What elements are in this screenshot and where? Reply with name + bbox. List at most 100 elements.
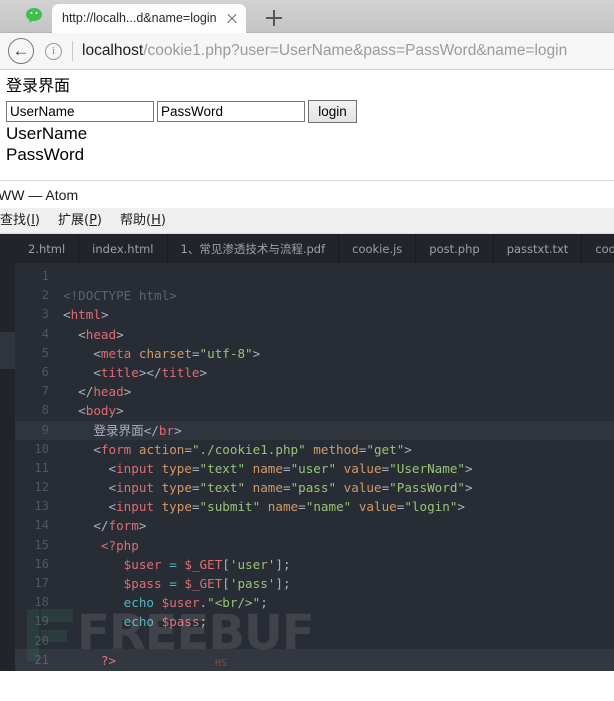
editor-tab-2[interactable]: 1、常见渗透技术与流程.pdf — [168, 234, 340, 263]
code-line[interactable]: 16 $user = $_GET['user']; — [15, 555, 614, 574]
wechat-icon — [26, 8, 42, 23]
code-line[interactable]: 4 <head> — [15, 325, 614, 344]
atom-window-title: WW — Atom — [0, 186, 79, 203]
address-bar-input[interactable]: localhost/cookie1.php?user=UserName&pass… — [82, 42, 567, 60]
editor-tab-label: cookie.js — [352, 241, 403, 256]
line-number: 1 — [41, 269, 49, 283]
code-text: <title></title> — [63, 364, 208, 380]
line-number: 19 — [34, 614, 49, 629]
back-arrow-icon[interactable] — [8, 38, 34, 64]
echo-password: PassWord — [6, 145, 85, 164]
code-text: echo $pass; — [123, 614, 208, 630]
code-text: <input type="submit" name="name" value="… — [63, 499, 466, 515]
code-text: echo $user."<br/>"; — [123, 595, 268, 611]
line-number: 2 — [41, 288, 49, 303]
line-number: 5 — [41, 345, 49, 360]
line-number: 9 — [41, 422, 49, 437]
code-text: </head> — [63, 384, 132, 400]
line-number: 8 — [41, 403, 49, 418]
url-path: /cookie1.php?user=UserName&pass=PassWord… — [143, 42, 568, 59]
browser-tab-strip: http://localh...d&name=login — [0, 0, 614, 33]
editor-tab-bar: 2.html index.html 1、常见渗透技术与流程.pdf cookie.js… — [15, 234, 614, 263]
code-text: <?php — [63, 537, 139, 553]
web-page-content: 登录界面 login UserName PassWord — [0, 70, 614, 180]
code-line[interactable]: 17 $pass = $_GET['pass']; — [15, 574, 614, 593]
editor-tab-label: 1、常见渗透技术与流程.pdf — [180, 241, 326, 256]
status-bar — [15, 649, 614, 671]
password-input[interactable] — [157, 101, 305, 122]
menu-item-0[interactable]: 查找(I) — [0, 208, 49, 234]
editor-tab-label: 2.html — [28, 241, 66, 256]
editor-tab-5[interactable]: passtxt.txt — [494, 234, 583, 263]
new-tab-button[interactable] — [262, 6, 286, 30]
left-dock-handle[interactable] — [0, 332, 15, 369]
line-number: 16 — [34, 556, 49, 571]
echo-username: UserName — [6, 124, 88, 143]
code-text: <!DOCTYPE html> — [63, 288, 177, 304]
status-bar-text: HS — [215, 658, 228, 669]
login-form: login — [6, 100, 614, 123]
url-host: localhost — [82, 42, 144, 59]
editor-tab-label: index.html — [92, 241, 154, 256]
code-line[interactable]: 6 <title></title> — [15, 363, 614, 382]
line-number: 15 — [34, 537, 49, 552]
code-line[interactable]: 2 <!DOCTYPE html> — [15, 286, 614, 305]
editor-tab-4[interactable]: post.php — [416, 234, 494, 263]
code-text: <form action="./cookie1.php" method="get… — [63, 441, 412, 457]
atom-workspace: 2.html index.html 1、常见渗透技术与流程.pdf cookie.js… — [0, 234, 614, 671]
line-number: 10 — [34, 441, 49, 456]
line-number: 18 — [34, 595, 49, 610]
browser-tab[interactable]: http://localh...d&name=login — [52, 4, 246, 33]
line-number: 20 — [34, 633, 49, 648]
menu-item-1[interactable]: 扩展(P) — [49, 208, 111, 234]
editor-tab-6[interactable]: cookie.txt — [582, 234, 614, 263]
code-line[interactable]: 10 <form action="./cookie1.php" method="… — [15, 440, 614, 459]
code-line[interactable]: 9 登录界面</br> — [15, 420, 614, 440]
line-number: 3 — [41, 307, 49, 322]
code-text: <input type="text" name="user" value="Us… — [63, 460, 473, 476]
code-line[interactable]: 15 <?php — [15, 536, 614, 555]
atom-title-bar: WW — Atom — [0, 180, 614, 208]
editor-tab-label: passtxt.txt — [506, 241, 569, 256]
menu-item-2[interactable]: 帮助(H) — [111, 208, 175, 234]
editor-tab-0[interactable]: 2.html — [15, 234, 80, 263]
login-button[interactable]: login — [308, 100, 357, 123]
code-rows: 1 2 <!DOCTYPE html> 3 <html> 4 <head> 5 <meta … — [15, 263, 614, 671]
code-line[interactable]: 19 echo $pass; — [15, 612, 614, 631]
code-line[interactable]: 12 <input type="text" name="pass" value=… — [15, 478, 614, 497]
code-line[interactable]: 5 <meta charset="utf-8"> — [15, 344, 614, 363]
code-line[interactable]: 7 </head> — [15, 382, 614, 401]
username-input[interactable] — [6, 101, 154, 122]
code-text: $pass = $_GET['pass']; — [123, 576, 291, 591]
line-number: 7 — [41, 384, 49, 399]
code-text: <head> — [63, 326, 124, 342]
code-text: 登录界面</br> — [63, 422, 182, 438]
line-number: 11 — [34, 460, 49, 475]
code-text: $user = $_GET['user']; — [123, 556, 291, 572]
line-number: 4 — [41, 326, 49, 341]
code-line[interactable]: 14 </form> — [15, 516, 614, 535]
browser-tab-title: http://localh...d&name=login — [62, 11, 217, 25]
code-line[interactable]: 1 — [15, 267, 614, 286]
code-line[interactable]: 20 — [15, 632, 614, 651]
editor-tab-label: post.php — [429, 241, 480, 256]
browser-toolbar: i localhost/cookie1.php?user=UserName&pa… — [0, 33, 614, 70]
divider — [72, 41, 73, 61]
atom-menu-bar: 查找(I) 扩展(P) 帮助(H) — [0, 208, 614, 234]
code-text: <input type="text" name="pass" value="Pa… — [63, 480, 473, 496]
left-dock[interactable] — [0, 234, 15, 671]
code-text: <meta charset="utf-8"> — [63, 345, 261, 361]
editor-tab-label: cookie.txt — [595, 241, 614, 256]
code-line[interactable]: 3 <html> — [15, 305, 614, 324]
code-line[interactable]: 13 <input type="submit" name="name" valu… — [15, 497, 614, 516]
code-line[interactable]: 18 echo $user."<br/>"; — [15, 593, 614, 612]
code-line[interactable]: 11 <input type="text" name="user" value=… — [15, 459, 614, 478]
close-icon[interactable] — [224, 11, 240, 27]
code-editor[interactable]: 1 2 <!DOCTYPE html> 3 <html> 4 <head> 5 <meta … — [15, 263, 614, 671]
line-number: 17 — [34, 576, 49, 590]
editor-tab-1[interactable]: index.html — [79, 234, 168, 263]
code-line[interactable]: 8 <body> — [15, 401, 614, 420]
editor-tab-3[interactable]: cookie.js — [339, 234, 417, 263]
line-number: 14 — [34, 518, 49, 533]
info-icon[interactable]: i — [45, 42, 62, 60]
